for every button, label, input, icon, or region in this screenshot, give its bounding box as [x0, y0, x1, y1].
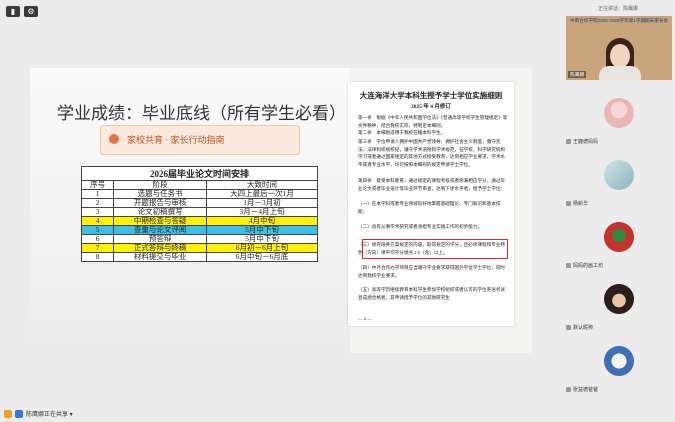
red-highlight-box — [362, 239, 508, 259]
bulb-icon — [109, 134, 119, 144]
sharing-label: 陈鹰娜正在共享 ▾ — [26, 412, 73, 418]
mic-icon — [566, 139, 571, 144]
participant-name: 默认昵称 — [566, 324, 593, 331]
doc-paragraph: （五）高等学历继续教育本科学生参加学校组织或者认可的学位英语考试且成绩合格者，其… — [358, 287, 506, 300]
doc-title: 大连海洋大学本科生授予学士学位实施细则 — [359, 91, 503, 100]
table-row: 3 论文初稿撰写 3月－4月上旬 — [80, 207, 318, 217]
avatar — [604, 160, 634, 190]
doc-date: 2025 年 4 月修订 — [411, 104, 451, 110]
participant-tile[interactable]: 默认昵称 — [566, 272, 672, 332]
doc-paragraph: 第一条 根据《中华人民共和国学位法》《普通高等学校学生管理规定》等文件精神，结合… — [358, 115, 508, 128]
table-row: 8 材料提交与毕业 6月中旬－6月底 — [80, 252, 318, 262]
slide-title: 学业成绩：毕业底线（所有学生必看） — [57, 104, 346, 123]
regulation-document: 大连海洋大学本科生授予学士学位实施细则 2025 年 4 月修订 第一条 根据《… — [348, 82, 514, 326]
avatar — [604, 222, 634, 252]
participant-name: 妈妈的画工坊 — [566, 262, 603, 269]
settings-icon[interactable]: ⚙ — [24, 6, 38, 17]
screen-share-icon — [4, 409, 12, 418]
participant-tile[interactable]: 王鹿德妈妈 — [566, 86, 672, 146]
speaking-indicator: 正在讲话：陈鹰娜 — [597, 6, 638, 12]
presenter-body — [599, 66, 641, 80]
info-icon — [15, 409, 23, 418]
table-row: 5 查重与论文评阅 5月中下旬 — [80, 225, 318, 235]
row-stage: 材料提交与毕业 — [113, 252, 208, 262]
participant-name: 杨新华 — [566, 200, 588, 207]
doc-paragraph: （二）具有从事学术研究或者承担专业实践工作的初步能力。 — [358, 224, 483, 229]
layout-icon[interactable]: ▮ — [6, 6, 20, 17]
participant-name: 张益德爸爸 — [566, 386, 598, 393]
doc-paragraph: （四）中外合作办学项目应当遵守学业要求获得国外学位学士学位，同时达到我校学业要求… — [358, 265, 506, 278]
row-time: 6月中旬－6月底 — [206, 252, 318, 262]
avatar — [604, 284, 634, 314]
participant-name: 王鹿德妈妈 — [566, 138, 598, 145]
mic-icon — [566, 201, 571, 206]
guide-banner: 家校共育 · 家长行动指南 — [100, 125, 300, 155]
presenter-video[interactable]: 中南合作学院2025-2026学年第1学期期末家长会 陈鹰娜 — [566, 16, 672, 80]
mic-icon — [566, 387, 571, 392]
window-controls: ▮ ⚙ — [6, 6, 38, 17]
doc-paragraph: （一）在本学科或者专业领域较好地掌握基础理论、专门知识和基本技能； — [358, 201, 501, 214]
doc-paragraph: 第三条 学位申请人拥护中国共产党领导，拥护社会主义制度，遵守宪法、法律和校规校纪… — [358, 139, 506, 167]
avatar — [604, 346, 634, 376]
row-no: 8 — [80, 252, 115, 262]
shared-screen: 学业成绩：毕业底线（所有学生必看） 家校共育 · 家长行动指南 2026届毕业论… — [30, 68, 532, 353]
doc-page-number: — 2 — — [358, 316, 372, 321]
table-caption: 2026届毕业论文时间安排 — [81, 166, 318, 181]
presenter-face — [610, 44, 630, 68]
participant-tile[interactable]: 张益德爸爸 — [566, 334, 672, 394]
slide: 学业成绩：毕业底线（所有学生必看） 家校共育 · 家长行动指南 2026届毕业论… — [30, 68, 350, 353]
guide-text: 家校共育 · 家长行动指南 — [127, 135, 225, 145]
doc-paragraph: 第四条 接受本科教育，通过规定的课程考核或者修满相应学分，通过毕业论文或者毕业设… — [358, 178, 506, 191]
avatar — [604, 98, 634, 128]
bottom-bar: 陈鹰娜正在共享 ▾ — [0, 408, 675, 422]
sharing-status[interactable]: 陈鹰娜正在共享 ▾ — [4, 409, 73, 418]
participant-tile[interactable]: 杨新华 — [566, 148, 672, 208]
doc-paragraph: 第二条 本细则适用于我校在籍本科学生。 — [358, 130, 446, 135]
thesis-schedule-table: 2026届毕业论文时间安排 序号 阶段 大致时间 1 选题与任务书 大四上最后一次1… — [80, 166, 318, 262]
mic-icon — [566, 325, 571, 330]
table-row: 4 中期检查与答疑 4月中旬 — [80, 216, 318, 226]
presenter-name: 陈鹰娜 — [568, 71, 587, 78]
presenter-banner: 中南合作学院2025-2026学年第1学期期末家长会 — [569, 18, 669, 23]
participant-tile[interactable]: 妈妈的画工坊 — [566, 210, 672, 270]
mic-icon — [566, 263, 571, 268]
table-row: 1 选题与任务书 大四上最后一次1月 — [80, 189, 318, 199]
